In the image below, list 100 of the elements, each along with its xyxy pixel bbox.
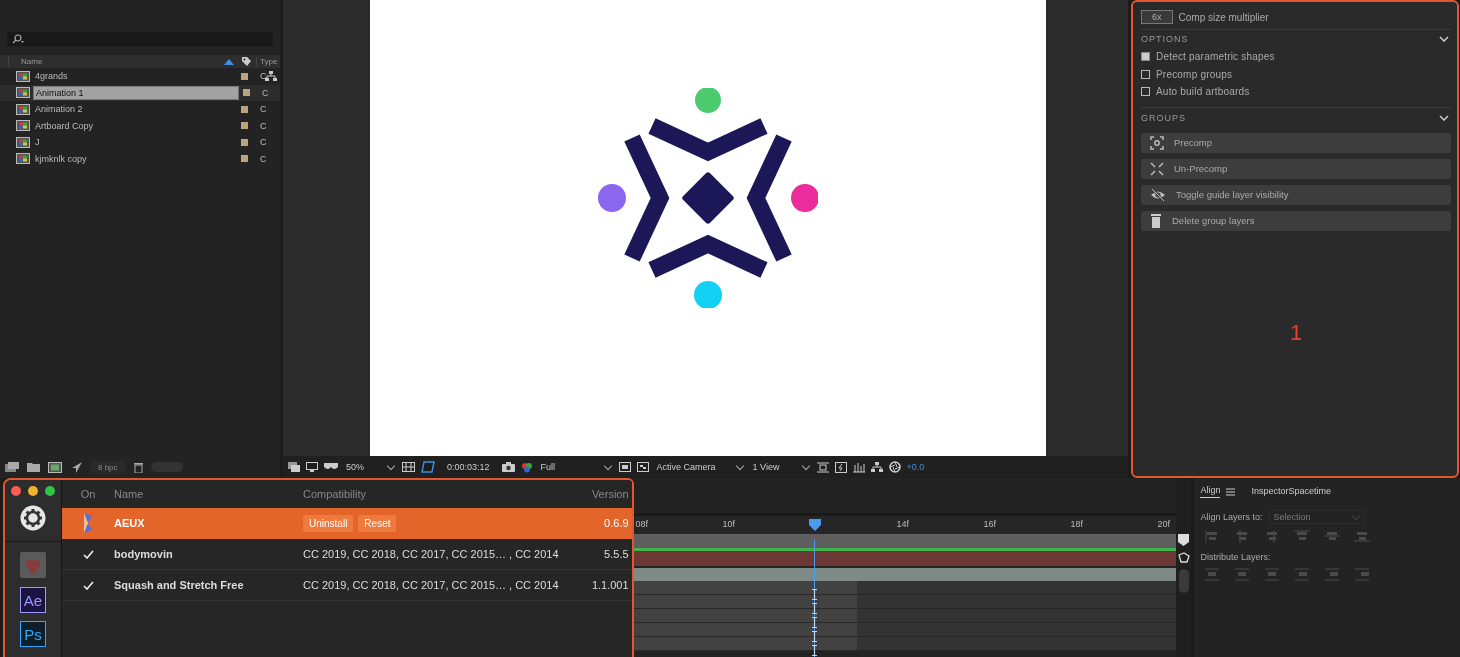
camera-dropdown[interactable]: Active Camera [654,462,745,472]
playhead-icon[interactable] [809,519,822,531]
snapshot-icon[interactable] [288,462,300,472]
checkmark-icon[interactable] [82,549,94,559]
distribute-label: Distribute Layers: [1200,552,1272,562]
align-to-dropdown[interactable]: Selection [1268,510,1364,524]
composition-icon[interactable] [48,461,62,473]
app-icon[interactable]: Ae [20,587,46,613]
ruler-label: 20f [1156,518,1171,531]
panel-tab[interactable]: InspectorSpacetime [1251,485,1331,498]
menu-icon[interactable] [1226,487,1236,496]
compatibility-text: CC 2019, CC 2018, CC 2017, CC 2015… , CC 2014 [303,579,559,591]
project-item[interactable]: Animation 1 C [0,84,280,101]
marker-icon [812,631,818,642]
layer-track[interactable] [634,623,1177,637]
trash-icon[interactable] [133,461,143,473]
minimize-button[interactable] [28,486,38,496]
exposure-icon[interactable] [888,461,901,473]
checkmark-icon[interactable] [82,580,94,590]
bit-depth-button[interactable]: 8 bpc [90,460,126,474]
label-swatch[interactable] [241,155,248,163]
pixel-aspect-icon[interactable] [816,461,829,473]
playhead-line[interactable] [814,540,816,657]
ruler-label: 08f [634,518,649,531]
timecode[interactable]: 0:00:03:12 [441,462,496,472]
view-layout-dropdown[interactable]: 1 View [750,462,811,472]
column-header: Name [114,488,145,500]
checkbox[interactable] [1141,52,1150,62]
item-name: Artboard Copy [34,119,95,132]
item-type: C [260,153,268,164]
trash-icon [1150,213,1162,228]
search-field[interactable] [7,32,273,46]
item-type: C [260,120,268,131]
panel-tab[interactable]: Align [1200,485,1221,498]
project-item[interactable]: kjmknlk copy C [0,150,280,167]
checkbox[interactable] [1141,87,1150,97]
project-item[interactable]: J C [0,134,280,151]
transparency-grid-icon[interactable] [636,462,649,472]
channel-icon[interactable] [520,461,533,473]
exposure-value[interactable]: +0.0 [906,462,925,472]
group-action-button[interactable]: Delete group layers [1141,210,1451,231]
ruler-label: 16f [982,518,997,531]
timeline-icon[interactable] [852,461,865,473]
monitor-icon[interactable] [306,462,318,472]
extension-name: AEUX [114,517,146,529]
search-icon [11,34,25,44]
zoom-button[interactable] [45,486,55,496]
settings-icon[interactable] [20,505,46,531]
chevron-icon[interactable] [1439,114,1449,121]
camera-icon[interactable] [501,462,515,472]
checkbox-label: Detect parametric shapes [1156,51,1275,63]
label-swatch[interactable] [241,72,248,80]
fast-preview-icon[interactable] [834,461,847,473]
project-item[interactable]: Animation 2 C [0,101,280,118]
layer-track[interactable] [634,581,1177,595]
layer-track[interactable] [634,637,1177,651]
project-item[interactable]: 4grands C [0,68,280,85]
region-of-interest-icon[interactable] [618,462,631,472]
ruler-label: 10f [721,518,736,531]
group-action-button[interactable]: Toggle guide layer visibility [1141,184,1451,205]
flowchart-icon[interactable] [870,461,883,473]
close-button[interactable] [11,486,21,496]
layer-track[interactable] [634,609,1177,623]
layer-track[interactable] [634,595,1177,609]
scroll-thumb[interactable] [1178,569,1189,593]
column-header[interactable]: Type [256,57,280,66]
tag-icon[interactable] [241,56,252,67]
label-swatch[interactable] [241,105,248,113]
interpret-footage-icon[interactable] [5,462,19,472]
group-action-button[interactable]: Precomp [1141,132,1451,153]
resolution-dropdown[interactable]: Full [538,462,613,472]
extension-name: Squash and Stretch Free [114,579,245,591]
marker-flag-icon[interactable] [1178,534,1190,546]
label-swatch[interactable] [241,138,248,146]
track-bar[interactable] [634,551,1177,566]
mask-icon[interactable] [324,462,338,472]
column-header[interactable]: Name [8,57,220,66]
composition-icon [16,120,30,132]
checkbox[interactable] [1141,69,1150,79]
sort-arrow-icon[interactable] [224,58,234,65]
track-bar[interactable] [634,568,1177,581]
label-swatch[interactable] [243,89,250,97]
eye-off-icon [1150,187,1166,202]
column-header: On [79,488,97,500]
grid-icon[interactable] [402,461,415,473]
flowchart-icon[interactable] [265,70,277,82]
label-swatch[interactable] [241,122,248,130]
zoom-dropdown[interactable]: 50% [344,462,396,472]
group-action-button[interactable]: Un-Precomp [1141,158,1451,179]
multiplier-field[interactable]: 6x [1141,10,1173,24]
folder-icon[interactable] [27,462,40,472]
project-item[interactable]: Artboard Copy C [0,117,280,134]
chevron-icon[interactable] [1439,36,1449,42]
region-icon[interactable] [421,461,435,473]
item-type: C [260,71,268,82]
version-text: 0.6.9 [603,517,630,529]
app-icon[interactable]: Ps [20,621,46,647]
composition-icon [16,153,30,165]
marker-icon [812,589,818,600]
item-type: C [260,104,268,115]
